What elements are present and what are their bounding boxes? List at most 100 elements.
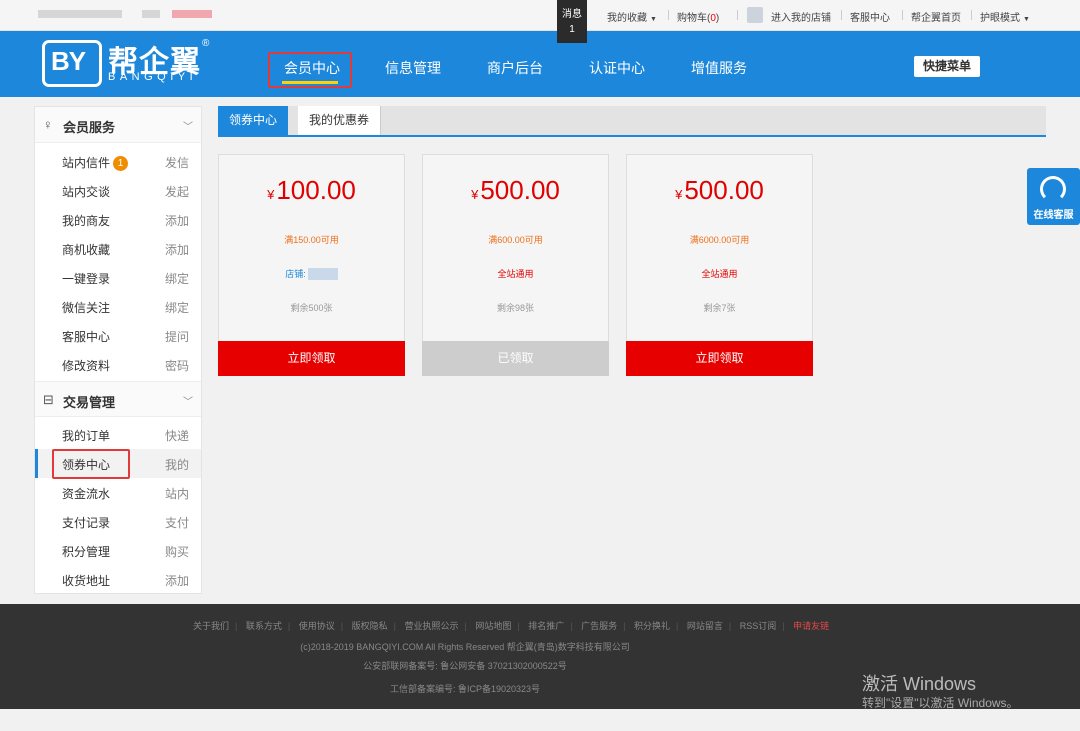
footer-link[interactable]: 网站留言 [687, 621, 723, 631]
nav-info-management[interactable]: 信息管理 [385, 58, 441, 78]
sidebar-item-action[interactable]: 添加 [165, 572, 189, 589]
sidebar-item-label: 我的订单 [62, 429, 111, 443]
sidebar: ♀ 会员服务 ﹀ 站内信件 1 发信 站内交谈 发起 我的商友 添加 商机收藏 添加 一键… [34, 106, 202, 594]
favorites-label: 我的收藏 [607, 13, 647, 24]
tab-my-coupons[interactable]: 我的优惠券 [298, 106, 382, 135]
divider [841, 10, 842, 20]
sidebar-item-label: 支付记录 [62, 516, 111, 530]
sidebar-item-payments[interactable]: 支付记录 支付 [35, 507, 201, 536]
cart-link[interactable]: 购物车(0) [677, 9, 719, 24]
sidebar-item-action[interactable]: 密码 [165, 357, 189, 374]
sidebar-item-action[interactable]: 提问 [165, 328, 189, 345]
sidebar-item-label: 资金流水 [62, 487, 111, 501]
chevron-down-icon: ﹀ [183, 397, 193, 408]
nav-member-center[interactable]: 会员中心 [284, 58, 340, 78]
nav-certification[interactable]: 认证中心 [589, 58, 645, 78]
caret-down-icon: ▼ [1023, 16, 1030, 23]
enter-shop-link[interactable]: 进入我的店铺 [771, 9, 831, 24]
footer-link[interactable]: 营业执照公示 [405, 621, 459, 631]
footer-link[interactable]: 版权隐私 [352, 621, 388, 631]
coupon-condition: 满6000.00可用 [689, 235, 750, 245]
footer-links: 关于我们 | 联系方式 | 使用协议 | 版权隐私 | 营业执照公示 | 网站地图 | 排名… [193, 621, 830, 631]
headset-icon [1040, 176, 1066, 202]
footer-link[interactable]: 排名推广 [528, 621, 564, 631]
sidebar-item-action[interactable]: 添加 [165, 241, 189, 258]
coupon-remaining: 剩余500张 [290, 303, 333, 313]
claim-button[interactable]: 立即领取 [626, 341, 813, 376]
sidebar-item-action[interactable]: 发起 [165, 183, 189, 200]
sidebar-item-one-click-login[interactable]: 一键登录 绑定 [35, 263, 201, 292]
logo-mark[interactable]: BY [42, 40, 102, 87]
coupon-card: ¥500.00 满6000.00可用 全站通用 剩余7张 立即领取 [626, 154, 813, 376]
police-record: 公安部联网备案号: 鲁公网安备 37021302000522号 [363, 661, 567, 671]
currency-symbol: ¥ [675, 187, 683, 202]
section-title: 会员服务 [63, 120, 116, 135]
coupon-amount: ¥100.00 [219, 175, 404, 206]
online-service-button[interactable]: 在线客服 [1027, 168, 1080, 225]
sidebar-item-chat[interactable]: 站内交谈 发起 [35, 176, 201, 205]
nav-merchant-backend[interactable]: 商户后台 [487, 58, 543, 78]
sidebar-item-action[interactable]: 快递 [165, 427, 189, 444]
logo-subtitle: BANGQIYI [108, 71, 198, 83]
footer-link[interactable]: RSS订阅 [740, 621, 777, 631]
sidebar-item-label: 我的商友 [62, 214, 111, 228]
coupon-value: 500.00 [480, 175, 560, 205]
messages-count: 1 [569, 24, 575, 35]
sidebar-item-action[interactable]: 添加 [165, 212, 189, 229]
sidebar-item-service[interactable]: 客服中心 提问 [35, 321, 201, 350]
home-link[interactable]: 帮企翼首页 [911, 9, 961, 24]
sidebar-item-orders[interactable]: 我的订单 快递 [35, 420, 201, 449]
footer-link[interactable]: 使用协议 [299, 621, 335, 631]
active-indicator [35, 449, 38, 478]
sidebar-item-label: 客服中心 [62, 330, 111, 344]
sidebar-item-action[interactable]: 绑定 [165, 270, 189, 287]
cart-label: 购物车( [677, 13, 711, 24]
footer-link[interactable]: 关于我们 [193, 621, 229, 631]
section-member-services[interactable]: ♀ 会员服务 ﹀ [35, 107, 201, 143]
caret-down-icon: ▼ [650, 16, 657, 23]
sidebar-item-funds[interactable]: 资金流水 站内 [35, 478, 201, 507]
sidebar-item-action[interactable]: 绑定 [165, 299, 189, 316]
coupon-tabs: 领券中心 我的优惠券 [218, 106, 1046, 137]
sidebar-item-label: 微信关注 [62, 301, 111, 315]
coupon-scope: 全站通用 [701, 269, 738, 279]
nav-value-added[interactable]: 增值服务 [691, 58, 747, 78]
sidebar-item-address[interactable]: 收货地址 添加 [35, 565, 201, 594]
service-center-link[interactable]: 客服中心 [850, 9, 890, 24]
sidebar-item-action[interactable]: 发信 [165, 154, 189, 171]
page-bottom [0, 709, 1080, 731]
favorites-menu[interactable]: 我的收藏 ▼ [607, 9, 657, 24]
sidebar-item-action[interactable]: 购买 [165, 543, 189, 560]
footer-link[interactable]: 广告服务 [581, 621, 617, 631]
eye-mode-menu[interactable]: 护眼模式 ▼ [980, 9, 1030, 24]
sidebar-item-action[interactable]: 我的 [165, 456, 189, 473]
claim-button[interactable]: 立即领取 [218, 341, 405, 376]
messages-label: 消息 [562, 9, 582, 20]
sidebar-item-action[interactable]: 站内 [165, 485, 189, 502]
footer-link[interactable]: 积分换礼 [634, 621, 670, 631]
sidebar-item-friends[interactable]: 我的商友 添加 [35, 205, 201, 234]
sidebar-item-profile[interactable]: 修改资料 密码 [35, 350, 201, 379]
sidebar-item-wechat[interactable]: 微信关注 绑定 [35, 292, 201, 321]
divider [737, 10, 738, 20]
currency-symbol: ¥ [471, 187, 479, 202]
logo-mark-text: BY [51, 46, 86, 76]
copyright-text: (c)2018-2019 BANGQIYI.COM All Rights Res… [300, 642, 630, 652]
section-trade-management[interactable]: ⊟ 交易管理 ﹀ [35, 381, 201, 417]
coupon-value: 100.00 [276, 175, 356, 205]
footer: 关于我们 | 联系方式 | 使用协议 | 版权隐私 | 营业执照公示 | 网站地图 | 排名… [0, 604, 1080, 710]
footer-link-friend[interactable]: 申请友链 [793, 621, 829, 631]
sidebar-item-favorites[interactable]: 商机收藏 添加 [35, 234, 201, 263]
tab-coupon-center[interactable]: 领券中心 [218, 106, 289, 135]
coupon-card: ¥100.00 满150.00可用 店铺: 剩余500张 立即领取 [218, 154, 405, 376]
messages-link[interactable]: 消息 1 [557, 0, 587, 43]
footer-link[interactable]: 网站地图 [475, 621, 511, 631]
blurred-shop-name [307, 268, 338, 280]
sidebar-item-points[interactable]: 积分管理 购买 [35, 536, 201, 565]
footer-link[interactable]: 联系方式 [246, 621, 282, 631]
quick-menu-button[interactable]: 快捷菜单 [914, 56, 980, 77]
blurred-text [172, 10, 212, 18]
sidebar-item-action[interactable]: 支付 [165, 514, 189, 531]
main-header: BY 帮企翼 ® BANGQIYI 会员中心 信息管理 商户后台 认证中心 增值… [0, 31, 1080, 97]
sidebar-item-inbox[interactable]: 站内信件 1 发信 [35, 147, 201, 176]
